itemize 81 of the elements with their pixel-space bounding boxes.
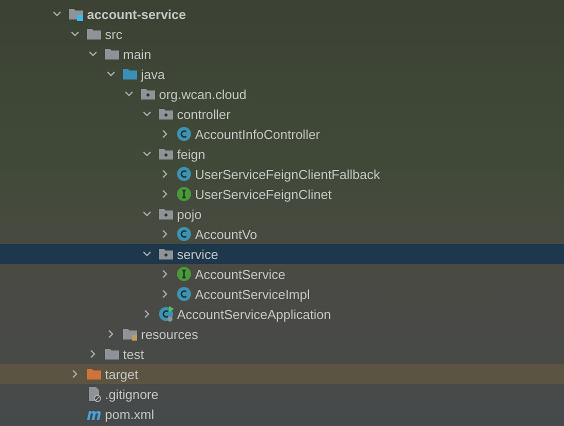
tree-item-label: AccountService bbox=[195, 266, 286, 282]
chevron-down-icon[interactable] bbox=[142, 249, 152, 259]
resources-folder-icon bbox=[122, 326, 138, 342]
tree-item-label: .gitignore bbox=[105, 386, 158, 402]
tree-item-label: test bbox=[123, 346, 144, 362]
tree-row[interactable]: main bbox=[0, 44, 564, 64]
tree-row[interactable]: .gitignore bbox=[0, 384, 564, 404]
tree-row[interactable]: test bbox=[0, 344, 564, 364]
tree-item-label: pom.xml bbox=[105, 406, 154, 422]
chevron-down-icon[interactable] bbox=[124, 89, 134, 99]
folder-icon bbox=[86, 26, 102, 42]
tree-row[interactable]: service bbox=[0, 244, 564, 264]
tree-row[interactable]: AccountVo bbox=[0, 224, 564, 244]
tree-row[interactable]: AccountService bbox=[0, 264, 564, 284]
chevron-right-icon[interactable] bbox=[106, 329, 116, 339]
package-folder-icon bbox=[158, 106, 174, 122]
package-folder-icon bbox=[158, 146, 174, 162]
tree-row[interactable]: controller bbox=[0, 104, 564, 124]
class-icon bbox=[176, 286, 192, 302]
tree-row[interactable]: org.wcan.cloud bbox=[0, 84, 564, 104]
folder-icon bbox=[104, 46, 120, 62]
folder-icon bbox=[122, 66, 138, 82]
package-folder-icon bbox=[158, 206, 174, 222]
tree-row[interactable]: resources bbox=[0, 324, 564, 344]
tree-item-label: AccountVo bbox=[195, 226, 258, 242]
chevron-down-icon[interactable] bbox=[88, 49, 98, 59]
chevron-down-icon[interactable] bbox=[52, 9, 62, 19]
class-icon bbox=[176, 226, 192, 242]
tree-item-label: UserServiceFeignClientFallback bbox=[195, 166, 380, 182]
module-folder-icon bbox=[68, 6, 84, 22]
tree-item-label: src bbox=[105, 26, 122, 42]
tree-row[interactable]: pom.xml bbox=[0, 404, 564, 424]
tree-row[interactable]: UserServiceFeignClinet bbox=[0, 184, 564, 204]
tree-item-label: resources bbox=[141, 326, 198, 342]
tree-item-label: feign bbox=[177, 146, 206, 162]
class-icon bbox=[158, 306, 174, 322]
tree-item-label: target bbox=[105, 366, 138, 382]
tree-row[interactable]: AccountServiceImpl bbox=[0, 284, 564, 304]
folder-icon bbox=[86, 366, 102, 382]
tree-row[interactable]: AccountServiceApplication bbox=[0, 304, 564, 324]
tree-row[interactable]: account-service bbox=[0, 4, 564, 24]
tree-row[interactable]: feign bbox=[0, 144, 564, 164]
tree-row[interactable]: target bbox=[0, 364, 564, 384]
chevron-down-icon[interactable] bbox=[142, 209, 152, 219]
tree-row[interactable]: java bbox=[0, 64, 564, 84]
chevron-right-icon[interactable] bbox=[160, 169, 170, 179]
chevron-down-icon[interactable] bbox=[106, 69, 116, 79]
tree-item-label: pojo bbox=[177, 206, 202, 222]
chevron-right-icon[interactable] bbox=[142, 309, 152, 319]
class-icon bbox=[176, 126, 192, 142]
tree-item-label: org.wcan.cloud bbox=[159, 86, 246, 102]
file-icon bbox=[86, 386, 102, 402]
tree-row[interactable]: src bbox=[0, 24, 564, 44]
chevron-right-icon[interactable] bbox=[160, 269, 170, 279]
tree-item-label: UserServiceFeignClinet bbox=[195, 186, 332, 202]
chevron-down-icon[interactable] bbox=[142, 149, 152, 159]
tree-row[interactable]: AccountInfoController bbox=[0, 124, 564, 144]
class-icon bbox=[176, 166, 192, 182]
tree-item-label: AccountServiceImpl bbox=[195, 286, 310, 302]
interface-icon bbox=[176, 186, 192, 202]
package-folder-icon bbox=[140, 86, 156, 102]
chevron-right-icon[interactable] bbox=[160, 289, 170, 299]
tree-item-label: controller bbox=[177, 106, 230, 122]
interface-icon bbox=[176, 266, 192, 282]
tree-item-label: account-service bbox=[87, 6, 186, 22]
tree-item-label: AccountInfoController bbox=[195, 126, 320, 142]
chevron-right-icon[interactable] bbox=[70, 369, 80, 379]
tree-item-label: AccountServiceApplication bbox=[177, 306, 331, 322]
chevron-right-icon[interactable] bbox=[160, 129, 170, 139]
chevron-down-icon[interactable] bbox=[70, 29, 80, 39]
chevron-down-icon[interactable] bbox=[142, 109, 152, 119]
package-folder-icon bbox=[158, 246, 174, 262]
tree-row[interactable]: UserServiceFeignClientFallback bbox=[0, 164, 564, 184]
chevron-right-icon[interactable] bbox=[88, 349, 98, 359]
tree-row[interactable]: pojo bbox=[0, 204, 564, 224]
folder-icon bbox=[104, 346, 120, 362]
chevron-right-icon[interactable] bbox=[160, 189, 170, 199]
chevron-right-icon[interactable] bbox=[160, 229, 170, 239]
tree-item-label: java bbox=[141, 66, 165, 82]
tree-item-label: main bbox=[123, 46, 152, 62]
tree-item-label: service bbox=[177, 246, 218, 262]
